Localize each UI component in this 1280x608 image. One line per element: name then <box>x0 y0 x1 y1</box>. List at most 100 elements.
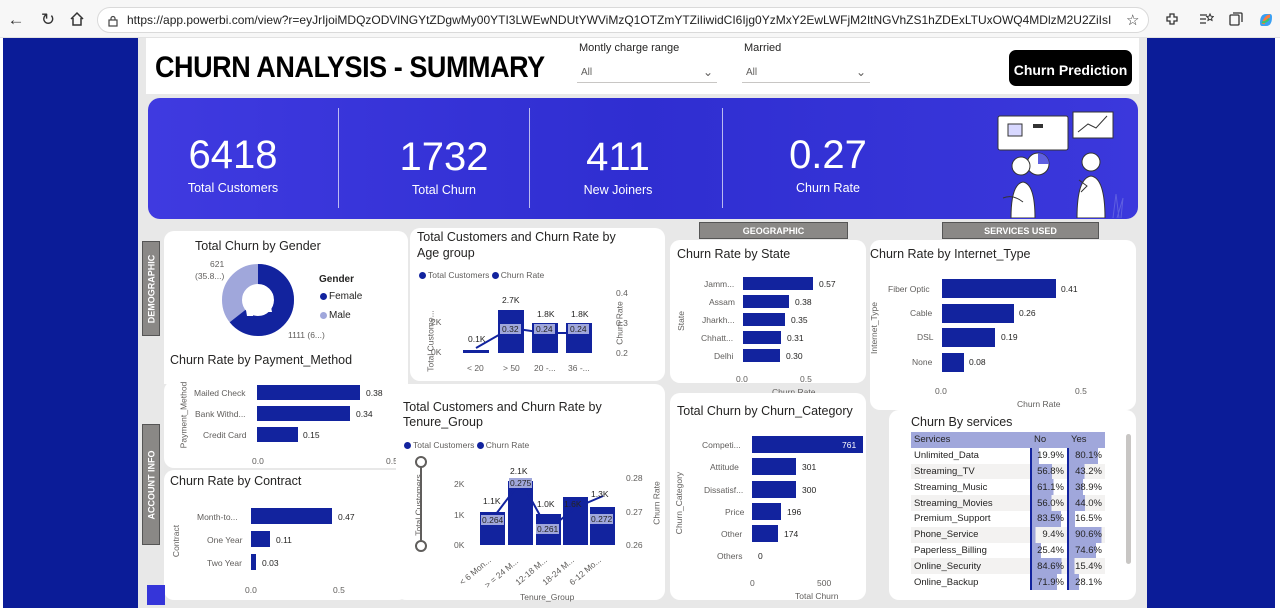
yes-pct-cell: 44.0% <box>1067 495 1105 511</box>
age-bar-label: 1.8K <box>537 309 555 319</box>
legend-dot-icon <box>320 311 327 319</box>
payment-category: Mailed Check <box>194 388 246 398</box>
internet-category: None <box>912 357 933 367</box>
collections-icon[interactable] <box>1226 9 1246 29</box>
copilot-icon[interactable] <box>1256 10 1276 30</box>
category-value: 0 <box>758 551 763 561</box>
contract-bar <box>251 508 332 524</box>
internet-bar <box>942 328 995 347</box>
tenure-rate-label: 0.275 <box>509 478 533 488</box>
payment-chart-title: Churn Rate by Payment_Method <box>170 353 353 367</box>
internet-category: Cable <box>910 308 933 318</box>
tenure-ylabel: Total Customers <box>413 474 424 536</box>
payment-bar <box>257 385 360 400</box>
contract-category: Two Year <box>207 558 242 568</box>
payment-category: Credit Card <box>203 430 247 440</box>
chevron-down-icon: ⌄ <box>855 65 866 79</box>
table-row[interactable]: Streaming_Music 61.1% 38.9% <box>911 479 1105 496</box>
tenure-ytick: 2K <box>454 479 465 489</box>
category-label: Attitude <box>710 462 739 472</box>
kpi-churn-rate-label: Churn Rate <box>796 181 860 195</box>
internet-chart-title: Churn Rate by Internet_Type <box>870 247 1031 261</box>
payment-value: 0.15 <box>303 430 320 440</box>
age-xtick: < 20 <box>467 363 484 373</box>
kpi-total-churn-value: 1732 <box>399 135 489 179</box>
age-rate-label: 0.32 <box>500 324 521 334</box>
slider-handle-bottom[interactable] <box>415 540 427 552</box>
back-arrow-icon[interactable]: ← <box>6 9 26 29</box>
slider-handle-top[interactable] <box>415 456 427 468</box>
category-chart-title: Total Churn by Churn_Category <box>677 404 853 418</box>
table-scrollbar[interactable] <box>1126 434 1131 564</box>
demographic-section-tab: DEMOGRAPHIC <box>142 241 160 336</box>
tenure-ytick: 1K <box>454 510 465 520</box>
category-value: 196 <box>787 507 802 517</box>
legend-item-female: Female <box>320 291 362 302</box>
table-row[interactable]: Unlimited_Data 19.9% 80.1% <box>911 447 1105 464</box>
extensions-icon[interactable] <box>1162 9 1182 29</box>
yes-pct-cell: 38.9% <box>1067 479 1105 496</box>
internet-category: Fiber Optic <box>888 284 930 294</box>
contract-value: 0.47 <box>338 512 355 522</box>
monthly-charge-slicer-value: All <box>581 67 593 78</box>
state-category: Delhi <box>714 351 734 361</box>
category-label: Other <box>721 529 743 539</box>
table-row[interactable]: Streaming_Movies 56.0% 44.0% <box>911 495 1105 511</box>
column-header-services[interactable]: Services <box>911 432 1031 448</box>
yes-pct-cell: 28.1% <box>1067 574 1105 590</box>
state-bar <box>743 295 789 308</box>
contract-xtick: 0.5 <box>333 585 345 595</box>
column-header-no[interactable]: No <box>1031 432 1068 448</box>
services-table-title: Churn By services <box>911 415 1013 429</box>
payment-bar <box>257 427 298 442</box>
age-legend: Total Customers Churn Rate <box>419 270 544 280</box>
account-info-section-tab: ACCOUNT INFO <box>142 424 160 545</box>
table-row[interactable]: Streaming_TV 56.8% 43.2% <box>911 463 1105 480</box>
favorites-list-icon[interactable] <box>1196 9 1216 29</box>
report-frame-left <box>3 38 138 608</box>
age-rate-label: 0.24 <box>534 324 555 334</box>
monthly-charge-slicer[interactable]: All ⌄ <box>577 63 717 83</box>
table-row[interactable]: Phone_Service 9.4% 90.6% <box>911 526 1105 543</box>
kpi-total-customers-label: Total Customers <box>187 181 279 195</box>
tenure-rate-label: 0.264 <box>481 515 505 525</box>
address-bar[interactable]: https://app.powerbi.com/view?r=eyJrIjoiM… <box>97 7 1149 33</box>
kpi-divider <box>529 108 530 208</box>
contract-value: 0.11 <box>276 535 292 545</box>
no-pct-cell: 61.1% <box>1030 479 1068 496</box>
service-name-cell: Online_Backup <box>914 576 979 588</box>
table-row[interactable]: Online_Security 84.6% 15.4% <box>911 558 1105 575</box>
contract-ylabel: Contract <box>171 524 182 558</box>
no-pct-cell: 56.0% <box>1030 495 1068 511</box>
category-label: Price <box>725 507 745 517</box>
refresh-icon[interactable]: ↻ <box>38 9 58 29</box>
yes-pct-cell: 15.4% <box>1067 558 1105 575</box>
age-rate-label: 0.24 <box>568 324 589 334</box>
tenure-xlabel: Tenure_Group <box>520 592 575 602</box>
category-label: Dissatisf... <box>704 485 744 495</box>
service-name-cell: Premium_Support <box>914 513 991 525</box>
state-bar <box>743 349 780 362</box>
table-row[interactable]: Online_Backup 71.9% 28.1% <box>911 574 1105 590</box>
home-icon[interactable] <box>67 9 87 29</box>
favorite-star-icon[interactable]: ☆ <box>1126 11 1139 29</box>
category-value: 301 <box>802 462 817 472</box>
married-slicer[interactable]: All ⌄ <box>742 63 870 83</box>
service-name-cell: Phone_Service <box>914 529 979 541</box>
age-y2tick: 0.3 <box>616 318 628 328</box>
lock-icon[interactable] <box>107 14 119 32</box>
table-row[interactable]: Paperless_Billing 25.4% 74.6% <box>911 542 1105 559</box>
service-name-cell: Streaming_TV <box>914 465 975 477</box>
url-text[interactable]: https://app.powerbi.com/view?r=eyJrIjoiM… <box>127 13 1112 27</box>
internet-ylabel: Internet_Type <box>868 302 879 354</box>
churn-prediction-button[interactable]: Churn Prediction <box>1007 48 1134 88</box>
table-row[interactable]: Premium_Support 83.5% 16.5% <box>911 510 1105 527</box>
tenure-bar-label: 1.3K <box>591 489 609 499</box>
column-header-yes[interactable]: Yes <box>1068 432 1105 448</box>
tenure-legend: Total Customers Churn Rate <box>404 440 529 450</box>
category-bar <box>752 503 781 520</box>
state-chart-title: Churn Rate by State <box>677 247 791 261</box>
payment-xtick: 0.0 <box>252 456 264 466</box>
category-xtick: 500 <box>817 578 832 588</box>
monthly-charge-slicer-label: Montly charge range <box>579 42 680 54</box>
